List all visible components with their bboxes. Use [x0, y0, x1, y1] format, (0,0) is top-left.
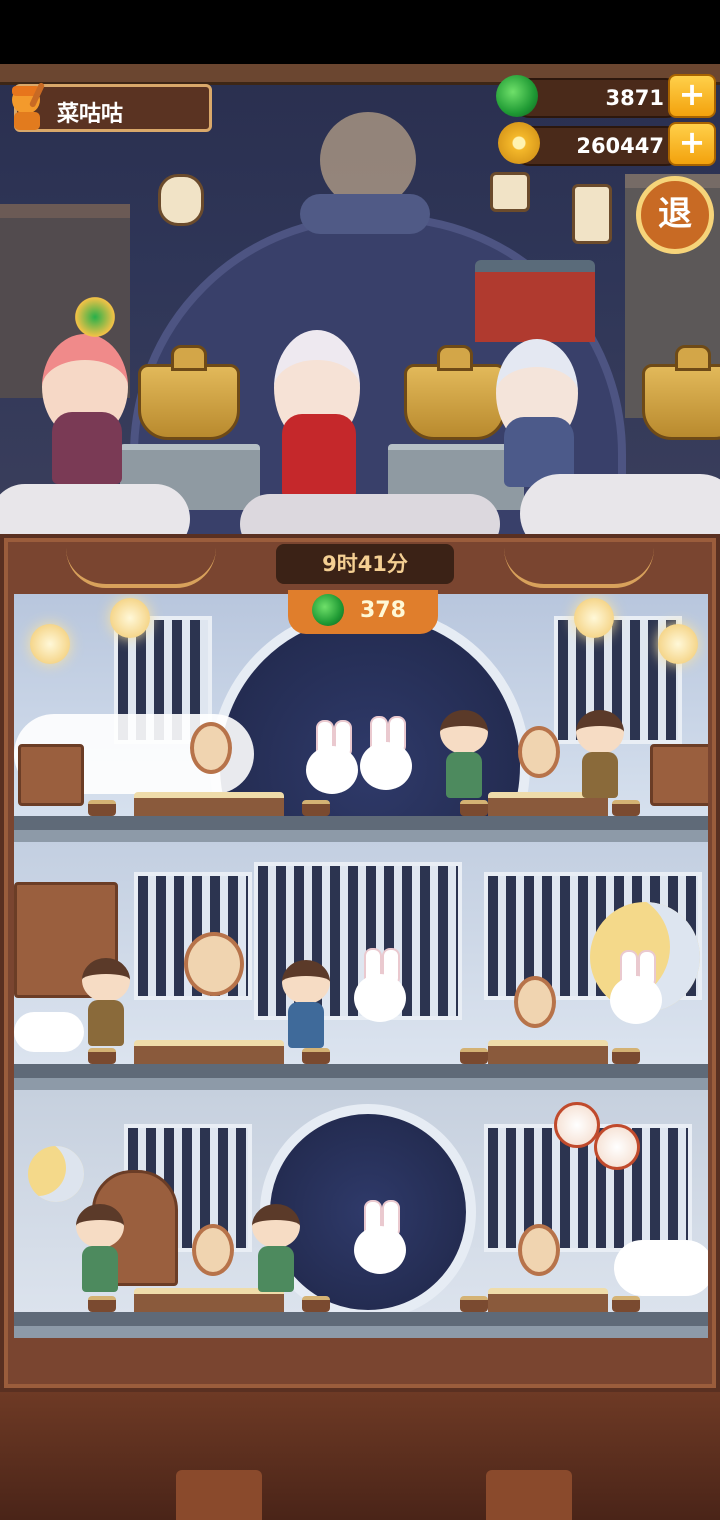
add-coins-button[interactable]: + — [668, 122, 716, 166]
customer[interactable] — [278, 960, 334, 1052]
lantern — [30, 624, 70, 664]
dish-display — [514, 976, 556, 1028]
cloud — [0, 484, 190, 534]
add-jade-button[interactable]: + — [668, 74, 716, 118]
customer[interactable] — [78, 958, 134, 1050]
lantern — [574, 598, 614, 638]
dish-display — [192, 1224, 234, 1276]
player-name: 菜咕咕 — [57, 102, 124, 127]
red-lantern — [554, 1102, 600, 1148]
stool — [460, 1048, 488, 1064]
rabbit-waiter[interactable] — [350, 1200, 410, 1300]
pillar — [176, 1470, 262, 1520]
dish-display — [518, 1224, 560, 1276]
stool — [612, 1048, 640, 1064]
customer[interactable] — [436, 710, 492, 802]
player-avatar[interactable] — [4, 78, 52, 134]
vanity-mirror — [184, 932, 244, 996]
cloud — [614, 1240, 708, 1296]
stool — [302, 800, 330, 816]
coin-icon — [498, 122, 540, 164]
cloud — [14, 1012, 84, 1052]
rabbit-waiter[interactable] — [356, 716, 416, 796]
stool — [460, 1296, 488, 1312]
floor-2[interactable] — [14, 842, 708, 1078]
stool — [612, 1296, 640, 1312]
stool — [460, 800, 488, 816]
lantern — [110, 598, 150, 638]
stool — [88, 1296, 116, 1312]
scroll-ornament-right — [504, 544, 654, 588]
cabinet — [650, 744, 708, 806]
incense-burner[interactable] — [138, 345, 240, 440]
rabbit-waiter[interactable] — [350, 948, 410, 1048]
sleeping-rabbit[interactable] — [606, 950, 666, 1030]
jade-amount: 3871 — [605, 86, 664, 110]
wooden-base — [0, 1392, 720, 1520]
hero-white-hair[interactable] — [262, 314, 372, 514]
chef-avatar-icon — [12, 82, 45, 130]
hanging-bag — [158, 174, 204, 226]
cloud — [240, 494, 500, 534]
customer[interactable] — [248, 1204, 304, 1296]
income-collect-tab[interactable]: 378 — [288, 590, 438, 634]
floor-ledge — [14, 1312, 708, 1326]
rabbit-waiter[interactable] — [302, 720, 362, 800]
jade-icon — [496, 75, 538, 117]
stool — [612, 800, 640, 816]
hero-pink-hair[interactable] — [28, 294, 148, 494]
coin-amount: 260447 — [576, 134, 664, 158]
stool — [302, 1296, 330, 1312]
stool — [88, 800, 116, 816]
dish-display — [518, 726, 560, 778]
pillar — [486, 1470, 572, 1520]
scroll-ornament-left — [66, 544, 216, 588]
incense-burner[interactable] — [642, 345, 720, 440]
customer[interactable] — [572, 710, 628, 802]
cabinet — [18, 744, 84, 806]
game-clock: 9时41分 — [276, 544, 454, 584]
lantern — [658, 624, 698, 664]
floor-3[interactable] — [14, 1090, 708, 1326]
crescent-moon-decor — [28, 1146, 84, 1202]
restaurant-floors — [14, 594, 708, 1338]
exit-button[interactable]: 退 — [636, 176, 714, 254]
floor-ledge — [14, 1064, 708, 1078]
hanging-sign — [490, 172, 530, 212]
income-amount: 378 — [360, 598, 406, 623]
dish-display — [190, 722, 232, 774]
stool — [88, 1048, 116, 1064]
cloud — [520, 474, 720, 534]
hanging-lantern — [572, 184, 612, 244]
floor-ledge — [14, 816, 708, 830]
cloud — [300, 194, 430, 234]
hero-status-icon — [72, 294, 118, 340]
jade-icon — [312, 594, 344, 626]
red-lantern — [594, 1124, 640, 1170]
customer[interactable] — [72, 1204, 128, 1296]
